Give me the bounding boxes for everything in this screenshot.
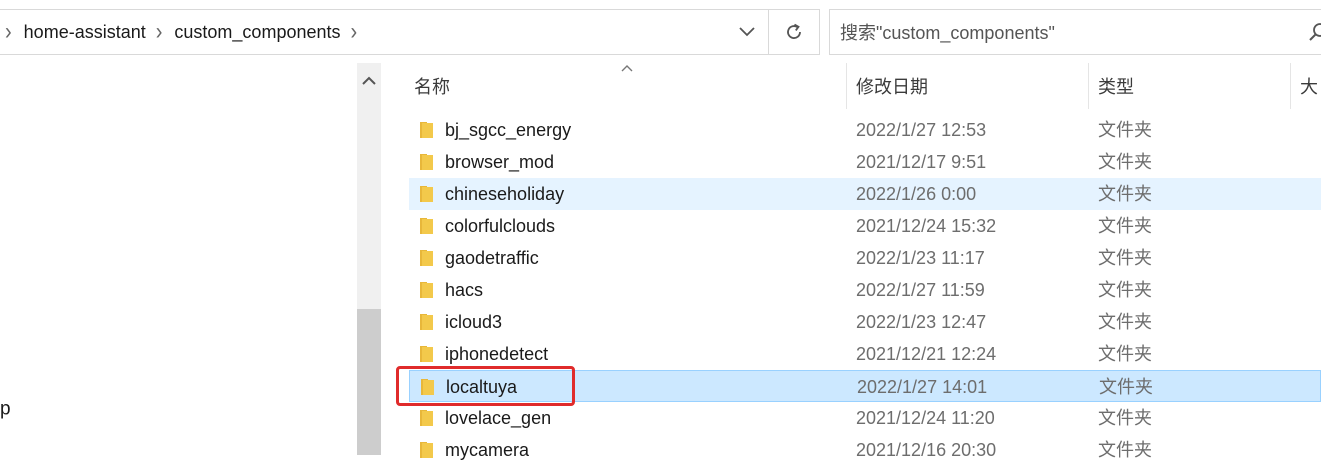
file-name: colorfulclouds <box>445 216 556 236</box>
scroll-up-button[interactable] <box>357 63 381 97</box>
file-date: 2022/1/23 11:17 <box>856 248 985 268</box>
folder-icon <box>420 282 433 298</box>
file-date: 2022/1/27 14:01 <box>857 377 988 397</box>
column-header-type-label: 类型 <box>1098 77 1134 97</box>
column-header-date-label: 修改日期 <box>856 77 928 97</box>
search-box[interactable] <box>829 9 1321 55</box>
chevron-down-icon <box>739 27 755 37</box>
file-row[interactable]: mycamera 2021/12/16 20:30 文件夹 <box>409 434 1321 466</box>
file-row-selected[interactable]: localtuya 2022/1/27 14:01 文件夹 <box>409 370 1321 402</box>
folder-icon <box>420 122 433 138</box>
file-date: 2022/1/26 0:00 <box>856 184 977 204</box>
file-date: 2021/12/16 20:30 <box>856 440 997 460</box>
file-type: 文件夹 <box>1098 216 1152 236</box>
file-name: mycamera <box>445 440 530 460</box>
file-name: icloud3 <box>445 312 503 332</box>
file-date: 2021/12/21 12:24 <box>856 344 997 364</box>
nav-item-partial-label[interactable]: p <box>0 400 11 419</box>
file-type: 文件夹 <box>1099 377 1153 397</box>
file-row[interactable]: bj_sgcc_energy 2022/1/27 12:53 文件夹 <box>409 114 1321 146</box>
file-name: iphonedetect <box>445 344 549 364</box>
refresh-button[interactable] <box>769 10 819 54</box>
file-date: 2022/1/27 12:53 <box>856 120 987 140</box>
column-divider[interactable] <box>1088 63 1089 109</box>
folder-icon <box>421 379 434 395</box>
file-row[interactable]: lovelace_gen 2021/12/24 11:20 文件夹 <box>409 402 1321 434</box>
scrollbar-thumb[interactable] <box>357 309 381 455</box>
file-row[interactable]: hacs 2022/1/27 11:59 文件夹 <box>409 274 1321 306</box>
folder-icon <box>420 410 433 426</box>
file-date: 2022/1/23 12:47 <box>856 312 987 332</box>
file-type: 文件夹 <box>1098 152 1152 172</box>
folder-icon <box>420 186 433 202</box>
column-header-type[interactable]: 类型 <box>1098 63 1290 109</box>
breadcrumb: › home-assistant › custom_components › <box>0 10 365 54</box>
folder-icon <box>420 154 433 170</box>
file-list-header: 名称 修改日期 类型 大 <box>382 63 1321 109</box>
file-name: browser_mod <box>445 152 555 172</box>
file-type: 文件夹 <box>1098 312 1152 332</box>
file-date: 2021/12/24 11:20 <box>856 408 995 428</box>
file-name: bj_sgcc_energy <box>445 120 572 140</box>
column-header-date[interactable]: 修改日期 <box>856 63 1088 109</box>
file-type: 文件夹 <box>1098 344 1152 364</box>
column-header-name-label: 名称 <box>414 77 450 97</box>
address-dropdown-button[interactable] <box>727 10 767 54</box>
file-row[interactable]: gaodetraffic 2022/1/23 11:17 文件夹 <box>409 242 1321 274</box>
file-row[interactable]: icloud3 2022/1/23 12:47 文件夹 <box>409 306 1321 338</box>
breadcrumb-item-custom-components[interactable]: custom_components <box>170 22 344 43</box>
chevron-right-icon[interactable]: › <box>351 18 358 46</box>
file-row[interactable]: iphonedetect 2021/12/21 12:24 文件夹 <box>409 338 1321 370</box>
folder-icon <box>420 250 433 266</box>
search-input[interactable] <box>838 20 1312 46</box>
file-type: 文件夹 <box>1098 248 1152 268</box>
column-header-size[interactable]: 大 <box>1300 63 1321 109</box>
scroll-up-arrow-icon <box>362 76 376 85</box>
navigation-pane[interactable]: p <box>0 63 357 455</box>
file-name: lovelace_gen <box>445 408 552 428</box>
column-divider[interactable] <box>846 63 847 109</box>
file-date: 2022/1/27 11:59 <box>856 280 985 300</box>
file-row[interactable]: browser_mod 2021/12/17 9:51 文件夹 <box>409 146 1321 178</box>
file-type: 文件夹 <box>1098 408 1152 428</box>
file-row[interactable]: colorfulclouds 2021/12/24 15:32 文件夹 <box>409 210 1321 242</box>
file-type: 文件夹 <box>1098 120 1152 140</box>
file-name: chineseholiday <box>445 184 565 204</box>
folder-icon <box>420 218 433 234</box>
file-type: 文件夹 <box>1098 280 1152 300</box>
file-name: localtuya <box>446 377 518 397</box>
file-row-hovered[interactable]: chineseholiday 2022/1/26 0:00 文件夹 <box>409 178 1321 210</box>
chevron-right-icon[interactable]: › <box>156 18 163 46</box>
file-date: 2021/12/17 9:51 <box>856 152 987 172</box>
refresh-icon <box>787 23 801 39</box>
folder-icon <box>420 314 433 330</box>
breadcrumb-item-home-assistant[interactable]: home-assistant <box>20 22 150 43</box>
column-header-size-label: 大 <box>1300 77 1318 97</box>
file-name: hacs <box>445 280 484 300</box>
search-icon[interactable] <box>1308 22 1321 42</box>
file-date: 2021/12/24 15:32 <box>856 216 997 236</box>
address-bar[interactable]: › home-assistant › custom_components › <box>0 9 820 55</box>
chevron-right-icon[interactable]: › <box>5 18 12 46</box>
navigation-scrollbar[interactable] <box>357 63 381 455</box>
file-name: gaodetraffic <box>445 248 539 268</box>
column-divider[interactable] <box>1290 63 1291 109</box>
folder-icon <box>420 346 433 362</box>
folder-icon <box>420 442 433 458</box>
file-type: 文件夹 <box>1098 440 1152 460</box>
file-type: 文件夹 <box>1098 184 1152 204</box>
column-header-name[interactable]: 名称 <box>414 63 846 109</box>
